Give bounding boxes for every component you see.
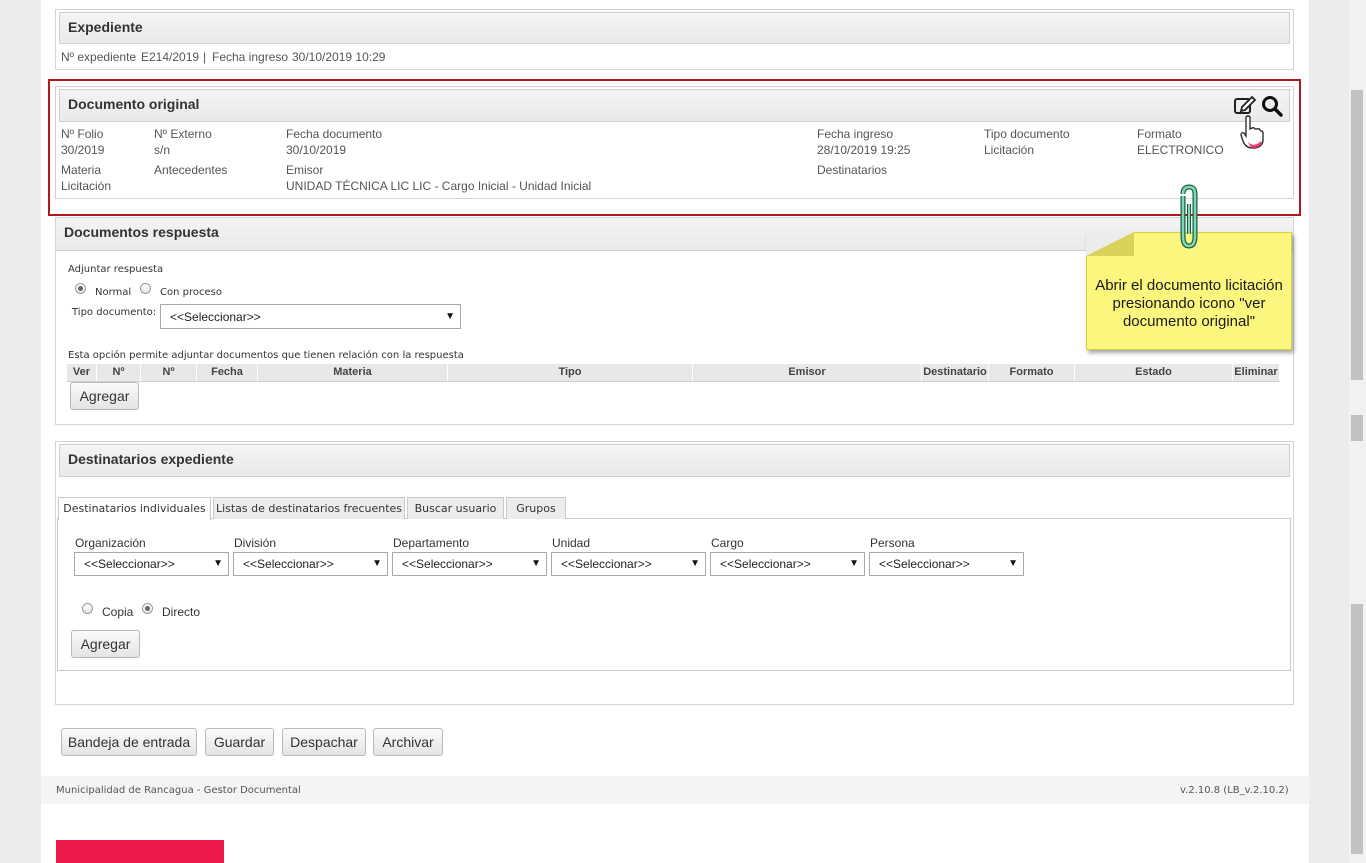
expediente-fecha-value: 30/10/2019 10:29 — [292, 50, 386, 64]
agregar-respuesta-button[interactable]: Agregar — [70, 382, 139, 410]
archivar-button[interactable]: Archivar — [373, 728, 443, 756]
expediente-numero-label: Nº expediente — [61, 50, 137, 64]
destinatarios-title: Destinatarios expediente — [59, 444, 1290, 477]
emisor-value: UNIDAD TÉCNICA LIC LIC - Cargo Inicial -… — [286, 179, 592, 193]
unidad-label: Unidad — [552, 536, 591, 550]
scrollbar-thumb[interactable] — [1351, 90, 1363, 380]
vertical-scrollbar[interactable] — [1349, 0, 1366, 863]
tipo-documento-select-label: Tipo documento: — [72, 307, 157, 318]
dropdown-arrow-icon: ▼ — [531, 558, 541, 569]
organizacion-label: Organización — [75, 536, 146, 550]
fecha-ingreso-value: 28/10/2019 19:25 — [817, 143, 911, 157]
radio-directo-label: Directo — [162, 605, 201, 619]
organizacion-select[interactable]: <<Seleccionar>> ▼ — [74, 552, 229, 576]
despachar-button[interactable]: Despachar — [282, 728, 366, 756]
col-estado: Estado — [1075, 364, 1233, 381]
radio-copia[interactable] — [82, 603, 93, 614]
dropdown-arrow-icon: ▼ — [849, 558, 859, 569]
guardar-button[interactable]: Guardar — [205, 728, 274, 756]
col-eliminar: Eliminar — [1233, 364, 1280, 381]
externo-label: Nº Externo — [154, 127, 212, 141]
callout-text: Abrir el documento licitación presionand… — [1095, 277, 1283, 330]
col-materia: Materia — [258, 364, 448, 381]
col-emisor: Emisor — [693, 364, 922, 381]
persona-label: Persona — [870, 536, 915, 550]
fecha-documento-label: Fecha documento — [286, 127, 383, 141]
respuesta-info-text: Esta opción permite adjuntar documentos … — [68, 350, 464, 361]
tab-listas-frecuentes[interactable]: Listas de destinatarios frecuentes — [213, 497, 405, 519]
radio-normal[interactable] — [75, 283, 86, 294]
tipo-documento-value: Licitación — [984, 143, 1035, 157]
fecha-ingreso-label: Fecha ingreso — [817, 127, 894, 141]
footer-left-text: Municipalidad de Rancagua - Gestor Docum… — [56, 785, 301, 796]
unidad-select-value: <<Seleccionar>> — [561, 557, 652, 571]
folio-label: Nº Folio — [61, 127, 104, 141]
emisor-label: Emisor — [286, 163, 324, 177]
cargo-label: Cargo — [711, 536, 744, 550]
cargo-select-value: <<Seleccionar>> — [720, 557, 811, 571]
materia-label: Materia — [61, 163, 102, 177]
highlight-frame — [48, 79, 1301, 216]
unidad-select[interactable]: <<Seleccionar>> ▼ — [551, 552, 706, 576]
dropdown-arrow-icon: ▼ — [213, 558, 223, 569]
antecedentes-label: Antecedentes — [154, 163, 228, 177]
departamento-select-value: <<Seleccionar>> — [402, 557, 493, 571]
departamento-select[interactable]: <<Seleccionar>> ▼ — [392, 552, 547, 576]
radio-normal-label: Normal — [95, 287, 132, 298]
col-formato: Formato — [989, 364, 1075, 381]
materia-value: Licitación — [61, 179, 112, 193]
respuesta-table-header: Ver Nº Nº Fecha Materia Tipo Emisor Dest… — [67, 364, 1280, 382]
tipo-documento-select-value: <<Seleccionar>> — [170, 310, 261, 324]
externo-value: s/n — [154, 143, 171, 157]
col-tipo: Tipo — [448, 364, 693, 381]
dropdown-arrow-icon: ▼ — [1008, 558, 1018, 569]
expediente-fecha-label: Fecha ingreso — [212, 50, 289, 64]
destinatarios-label: Destinatarios — [817, 163, 888, 177]
division-select[interactable]: <<Seleccionar>> ▼ — [233, 552, 388, 576]
radio-directo[interactable] — [142, 603, 153, 614]
agregar-destinatario-button[interactable]: Agregar — [71, 630, 140, 658]
col-destinatario: Destinatario — [922, 364, 989, 381]
bandeja-entrada-button[interactable]: Bandeja de entrada — [61, 728, 197, 756]
formato-value: ELECTRONICO — [1137, 143, 1224, 157]
persona-select[interactable]: <<Seleccionar>> ▼ — [869, 552, 1024, 576]
departamento-label: Departamento — [393, 536, 470, 550]
radio-copia-label: Copia — [102, 605, 134, 619]
callout-fold — [1086, 232, 1134, 256]
col-ver: Ver — [67, 364, 97, 381]
tipo-documento-select[interactable]: <<Seleccionar>> ▼ — [160, 304, 461, 329]
dropdown-arrow-icon: ▼ — [690, 558, 700, 569]
brand-logo-block — [56, 840, 224, 863]
radio-con-proceso[interactable] — [140, 283, 151, 294]
tipo-documento-label: Tipo documento — [984, 127, 1070, 141]
hand-cursor-icon — [1238, 114, 1266, 150]
division-select-value: <<Seleccionar>> — [243, 557, 334, 571]
scrollbar-thumb-secondary[interactable] — [1351, 415, 1363, 441]
tab-buscar-usuario[interactable]: Buscar usuario — [407, 497, 504, 519]
dropdown-arrow-icon: ▼ — [445, 311, 455, 322]
col-numero: Nº — [97, 364, 141, 381]
cargo-select[interactable]: <<Seleccionar>> ▼ — [710, 552, 865, 576]
expediente-separator: | — [203, 50, 207, 64]
tab-destinatarios-individuales[interactable]: Destinatarios individuales — [58, 497, 211, 520]
organizacion-select-value: <<Seleccionar>> — [84, 557, 175, 571]
persona-select-value: <<Seleccionar>> — [879, 557, 970, 571]
radio-con-proceso-label: Con proceso — [160, 287, 222, 298]
expediente-title: Expediente — [59, 12, 1290, 44]
division-label: División — [234, 536, 277, 550]
adjuntar-respuesta-label: Adjuntar respuesta — [68, 264, 164, 275]
fecha-documento-value: 30/10/2019 — [286, 143, 347, 157]
paperclip-icon — [1172, 184, 1206, 254]
formato-label: Formato — [1137, 127, 1182, 141]
dropdown-arrow-icon: ▼ — [372, 558, 382, 569]
edit-icon[interactable] — [1233, 94, 1257, 116]
col-numero-externo: Nº — [141, 364, 197, 381]
col-fecha: Fecha — [197, 364, 258, 381]
scrollbar-thumb-lower[interactable] — [1351, 604, 1363, 854]
tab-grupos[interactable]: Grupos — [506, 497, 566, 519]
folio-value: 30/2019 — [61, 143, 105, 157]
expediente-numero-value: E214/2019 — [141, 50, 200, 64]
footer-version: v.2.10.8 (LB_v.2.10.2) — [1180, 785, 1289, 796]
